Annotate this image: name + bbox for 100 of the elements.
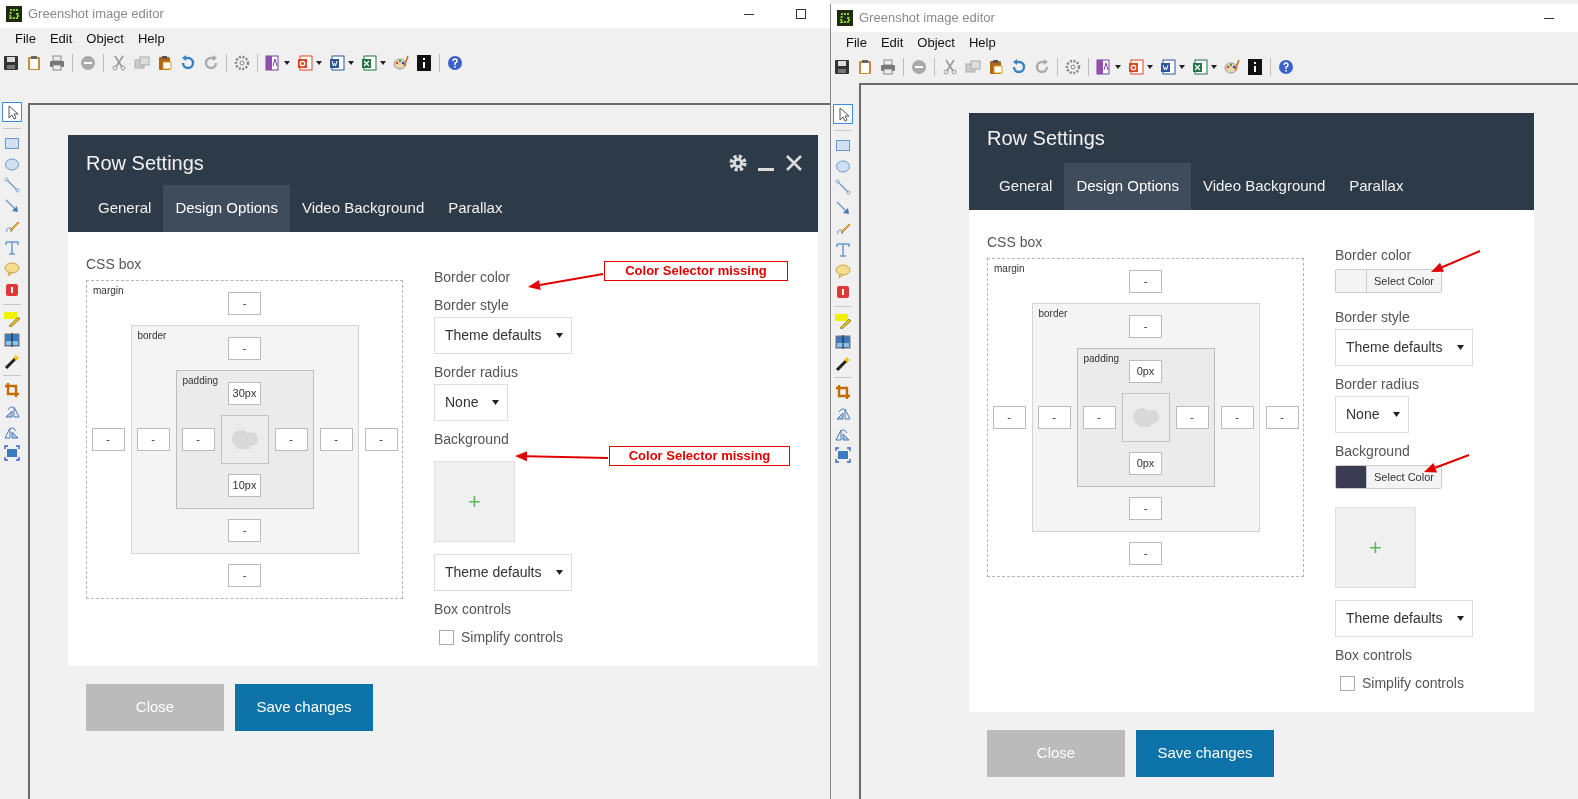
document-icon[interactable]	[329, 55, 345, 71]
input-field[interactable]: 30px	[228, 382, 261, 405]
menu-item[interactable]: File	[839, 33, 874, 53]
caret-icon[interactable]	[1179, 65, 1185, 69]
text-tool-icon[interactable]	[4, 240, 20, 256]
input-field[interactable]: -	[1175, 406, 1209, 429]
help-icon[interactable]	[1278, 59, 1294, 75]
input-field[interactable]: -	[274, 428, 308, 451]
crop-icon[interactable]	[4, 382, 20, 398]
help-icon[interactable]	[447, 55, 463, 71]
paste-icon[interactable]	[157, 55, 173, 71]
tab[interactable]: Design Options	[163, 185, 290, 232]
arrow-icon[interactable]	[4, 198, 20, 214]
menu-item[interactable]: Object	[79, 29, 131, 49]
close-icon[interactable]	[784, 152, 804, 173]
tab[interactable]: Parallax	[1337, 163, 1416, 210]
counter-icon[interactable]	[835, 284, 851, 300]
clipboard-icon[interactable]	[857, 59, 873, 75]
paste-icon[interactable]	[988, 59, 1004, 75]
image-icon[interactable]	[835, 334, 851, 350]
input-field[interactable]: -	[1082, 406, 1116, 429]
select-field[interactable]: Theme defaults	[434, 317, 572, 354]
input-field[interactable]: -	[91, 428, 125, 451]
menu-item[interactable]: File	[8, 29, 43, 49]
tab[interactable]: Parallax	[436, 185, 515, 232]
resize-icon[interactable]	[4, 445, 20, 461]
input-field[interactable]: -	[136, 428, 170, 451]
tab[interactable]: Video Background	[1190, 163, 1338, 210]
counter-icon[interactable]	[4, 282, 20, 298]
scissors-icon[interactable]	[942, 59, 958, 75]
caret-icon[interactable]	[348, 61, 354, 65]
select-color-button[interactable]: Select Color	[1366, 270, 1441, 292]
input-field[interactable]: -	[1220, 406, 1254, 429]
input-field[interactable]: 10px	[228, 474, 261, 497]
notebook-icon[interactable]	[1096, 59, 1112, 75]
checkbox[interactable]	[439, 630, 454, 645]
undo-icon[interactable]	[1011, 59, 1027, 75]
rotate-icon[interactable]	[835, 426, 851, 442]
palette-icon[interactable]	[393, 55, 409, 71]
input-field[interactable]: -	[181, 428, 215, 451]
tab[interactable]: Video Background	[289, 185, 437, 232]
info-icon[interactable]	[1247, 59, 1263, 75]
ellipse-icon[interactable]	[4, 156, 20, 172]
menu-item[interactable]: Help	[130, 29, 172, 49]
input-field[interactable]: -	[1129, 315, 1162, 338]
document-icon[interactable]	[297, 55, 313, 71]
input-field[interactable]: -	[319, 428, 353, 451]
select-field[interactable]: Theme defaults	[434, 554, 572, 591]
undo-icon[interactable]	[180, 55, 196, 71]
checkbox[interactable]	[1340, 676, 1355, 691]
spreadsheet-icon[interactable]	[1192, 59, 1208, 75]
input-field[interactable]: -	[1129, 270, 1162, 293]
line-icon[interactable]	[835, 179, 851, 195]
input-field[interactable]: -	[1037, 406, 1071, 429]
line-icon[interactable]	[4, 177, 20, 193]
crop-icon[interactable]	[835, 384, 851, 400]
select-field[interactable]: Theme defaults	[1335, 600, 1473, 637]
maximize-icon[interactable]	[796, 9, 806, 19]
text-tool-icon[interactable]	[835, 242, 851, 258]
caret-icon[interactable]	[284, 61, 290, 65]
scissors-icon[interactable]	[111, 55, 127, 71]
tab[interactable]: General	[86, 185, 164, 232]
rotate-icon[interactable]	[4, 424, 20, 440]
rectangle-icon[interactable]	[4, 135, 20, 151]
select-field[interactable]: None	[1335, 396, 1410, 433]
minus-circle-icon[interactable]	[80, 55, 96, 71]
color-swatch[interactable]	[1336, 466, 1366, 488]
image-icon[interactable]	[4, 332, 20, 348]
gear-icon[interactable]	[728, 152, 748, 173]
menu-item[interactable]: Edit	[873, 33, 911, 53]
select-field[interactable]: Theme defaults	[1335, 329, 1473, 366]
input-field[interactable]: 0px	[1129, 452, 1162, 475]
input-field[interactable]: -	[1129, 497, 1162, 520]
magic-wand-icon[interactable]	[4, 353, 20, 369]
caret-icon[interactable]	[380, 61, 386, 65]
save-button[interactable]: Save changes	[235, 684, 373, 731]
rectangle-icon[interactable]	[835, 137, 851, 153]
notebook-icon[interactable]	[265, 55, 281, 71]
save-button[interactable]: Save changes	[1136, 730, 1274, 777]
caret-icon[interactable]	[1115, 65, 1121, 69]
rotate-icon[interactable]	[4, 403, 20, 419]
menu-item[interactable]: Object	[910, 33, 962, 53]
pencil-icon[interactable]	[4, 219, 20, 235]
caret-icon[interactable]	[316, 61, 322, 65]
document-icon[interactable]	[1160, 59, 1176, 75]
redo-icon[interactable]	[1034, 59, 1050, 75]
caret-icon[interactable]	[1211, 65, 1217, 69]
input-field[interactable]: -	[228, 292, 261, 315]
arrow-icon[interactable]	[835, 200, 851, 216]
menu-item[interactable]: Help	[961, 33, 1003, 53]
palette-icon[interactable]	[1224, 59, 1240, 75]
select-field[interactable]: None	[434, 384, 509, 421]
input-field[interactable]: -	[1265, 406, 1299, 429]
spreadsheet-icon[interactable]	[361, 55, 377, 71]
input-field[interactable]: -	[228, 337, 261, 360]
input-field[interactable]: -	[228, 519, 261, 542]
magic-wand-icon[interactable]	[835, 355, 851, 371]
input-field[interactable]: -	[1129, 542, 1162, 565]
tab[interactable]: General	[987, 163, 1065, 210]
clipboard-icon[interactable]	[26, 55, 42, 71]
